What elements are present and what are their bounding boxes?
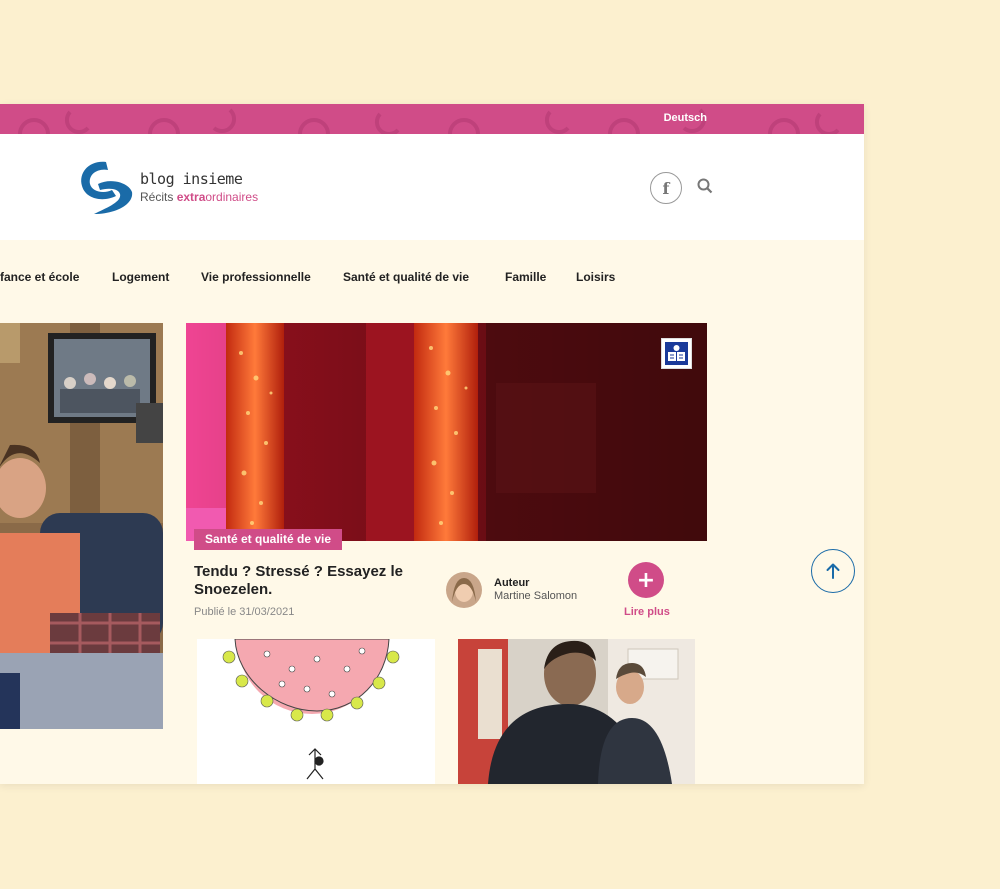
easy-read-icon: [661, 338, 692, 369]
nav-item-enfance-et-ecole[interactable]: fance et école: [0, 270, 79, 284]
read-more-link[interactable]: Lire plus: [624, 606, 670, 618]
nav-item-famille[interactable]: Famille: [505, 270, 546, 284]
site-header: blog insieme Récits extraordinaires f: [0, 134, 864, 240]
featured-photo-boy[interactable]: [0, 323, 163, 729]
category-badge[interactable]: Santé et qualité de vie: [194, 529, 343, 550]
easy-read-symbol: [665, 342, 688, 365]
language-link-deutsch[interactable]: Deutsch: [664, 112, 707, 124]
arrow-up-icon: [826, 563, 840, 579]
article-card-virus[interactable]: [197, 639, 435, 784]
author-name[interactable]: Martine Salomon: [494, 590, 577, 602]
nav-item-vie-professionnelle[interactable]: Vie professionnelle: [201, 270, 311, 284]
search-icon[interactable]: [697, 178, 713, 194]
logo-subtitle: Récits extraordinaires: [140, 190, 258, 204]
author-avatar: [446, 572, 482, 608]
boy-on-sofa-image: [0, 323, 163, 729]
article-image-snoezelen[interactable]: [186, 323, 707, 541]
nav-item-logement[interactable]: Logement: [112, 270, 169, 284]
logo-mark-icon: [81, 161, 133, 214]
author-label: Auteur: [494, 577, 530, 589]
logo-subtitle-bold: extra: [176, 190, 206, 204]
nav-item-sante[interactable]: Santé et qualité de vie: [343, 270, 469, 284]
site-logo[interactable]: blog insieme Récits extraordinaires: [76, 156, 276, 216]
facebook-glyph: f: [662, 178, 670, 198]
virus-illustration: [197, 639, 435, 784]
plus-glyph: +: [636, 567, 656, 593]
facebook-icon[interactable]: f: [650, 172, 682, 204]
plus-icon[interactable]: +: [628, 562, 664, 598]
logo-subtitle-post: ordinaires: [205, 190, 259, 204]
bubble-tubes-image: [186, 323, 707, 541]
nav-item-loisirs[interactable]: Loisirs: [576, 270, 615, 284]
article-title[interactable]: Tendu ? Stressé ? Essayez le Snoezelen.: [194, 563, 424, 599]
article-card-men[interactable]: [458, 639, 695, 784]
browser-page: Deutsch blog insieme Récits extraordinai…: [0, 104, 864, 784]
publish-date: Publié le 31/03/2021: [194, 606, 295, 618]
top-bar: Deutsch: [0, 104, 864, 134]
topbar-pattern: [18, 108, 840, 134]
two-men-photo: [458, 639, 695, 784]
logo-subtitle-pre: Récits: [140, 190, 177, 204]
author-photo: [446, 572, 482, 608]
logo-title: blog insieme: [140, 170, 243, 188]
back-to-top-button[interactable]: [811, 549, 855, 593]
